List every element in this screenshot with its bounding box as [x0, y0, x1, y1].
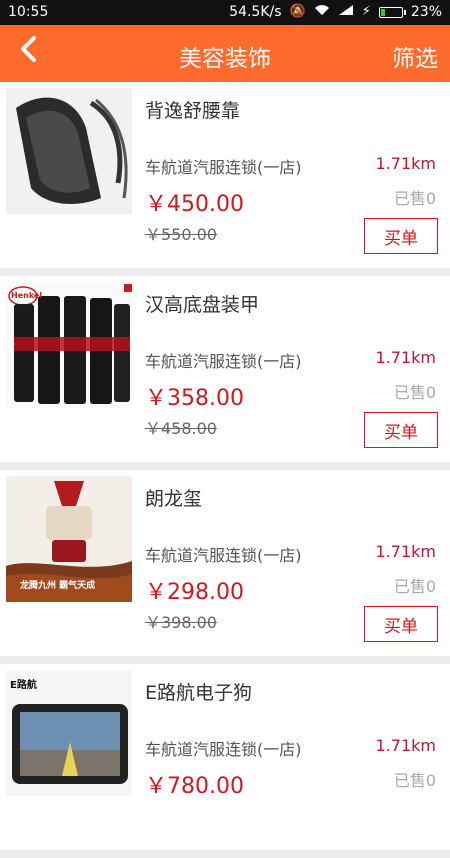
original-price: ￥398.00 — [145, 613, 217, 632]
distance: 1.71km — [375, 542, 436, 561]
list-item[interactable]: 背逸舒腰靠 车航道汽服连锁(一店) 1.71km ￥450.00 已售0 ￥55… — [0, 82, 450, 276]
product-name: 背逸舒腰靠 — [145, 100, 241, 122]
shop-name: 车航道汽服连锁(一店) — [145, 158, 302, 177]
original-price: ￥458.00 — [145, 419, 217, 438]
top-nav-bar: 美容装饰 筛选 — [0, 25, 450, 82]
original-price: ￥550.00 — [145, 225, 217, 244]
network-speed: 54.5K/s — [229, 4, 282, 20]
buy-button[interactable]: 买单 — [364, 218, 438, 254]
distance: 1.71km — [375, 154, 436, 173]
shop-name: 车航道汽服连锁(一店) — [145, 546, 302, 565]
list-item[interactable]: E路航 E路航电子狗 车航道汽服连锁(一店) 1.71km ￥780.00 已售… — [0, 664, 450, 858]
price: ￥780.00 — [145, 774, 244, 799]
list-item[interactable]: Henkel 汉高底盘装甲 车航道汽服连锁(一店) 1.71km ￥358.00… — [0, 276, 450, 470]
price: ￥298.00 — [145, 580, 244, 605]
sold-count: 已售0 — [393, 771, 436, 790]
charging-icon: ⚡ — [361, 4, 371, 19]
buy-button[interactable]: 买单 — [364, 412, 438, 448]
product-image: 龙腾九州 霸气天成 — [6, 476, 132, 602]
product-list: 背逸舒腰靠 车航道汽服连锁(一店) 1.71km ￥450.00 已售0 ￥55… — [0, 82, 450, 858]
signal-icon — [338, 4, 354, 20]
battery-icon — [378, 6, 406, 18]
distance: 1.71km — [375, 348, 436, 367]
status-time: 10:55 — [8, 4, 49, 20]
product-image — [6, 88, 132, 214]
wifi-icon — [314, 4, 330, 20]
status-bar: 10:55 54.5K/s 🔕 ⚡ 23% — [0, 0, 450, 25]
product-image: Henkel — [6, 282, 132, 408]
sold-count: 已售0 — [393, 577, 436, 596]
brand-logo: E路航 — [10, 680, 37, 691]
sold-count: 已售0 — [393, 189, 436, 208]
page-title: 美容装饰 — [179, 46, 271, 72]
shop-name: 车航道汽服连锁(一店) — [145, 352, 302, 371]
product-name: 汉高底盘装甲 — [145, 294, 260, 316]
brand-logo: Henkel — [11, 291, 43, 300]
buy-button[interactable]: 买单 — [364, 606, 438, 642]
product-name: E路航电子狗 — [145, 682, 253, 704]
product-image: E路航 — [6, 670, 132, 796]
battery-percent: 23% — [410, 4, 442, 20]
product-slogan: 龙腾九州 霸气天成 — [20, 581, 96, 591]
price: ￥358.00 — [145, 386, 244, 411]
mute-icon: 🔕 — [289, 4, 306, 19]
product-name: 朗龙玺 — [145, 488, 203, 510]
sold-count: 已售0 — [393, 383, 436, 402]
filter-button[interactable]: 筛选 — [392, 39, 438, 73]
list-item[interactable]: 龙腾九州 霸气天成 朗龙玺 车航道汽服连锁(一店) 1.71km ￥298.00… — [0, 470, 450, 664]
shop-name: 车航道汽服连锁(一店) — [145, 740, 302, 759]
price: ￥450.00 — [145, 192, 244, 217]
distance: 1.71km — [375, 736, 436, 755]
